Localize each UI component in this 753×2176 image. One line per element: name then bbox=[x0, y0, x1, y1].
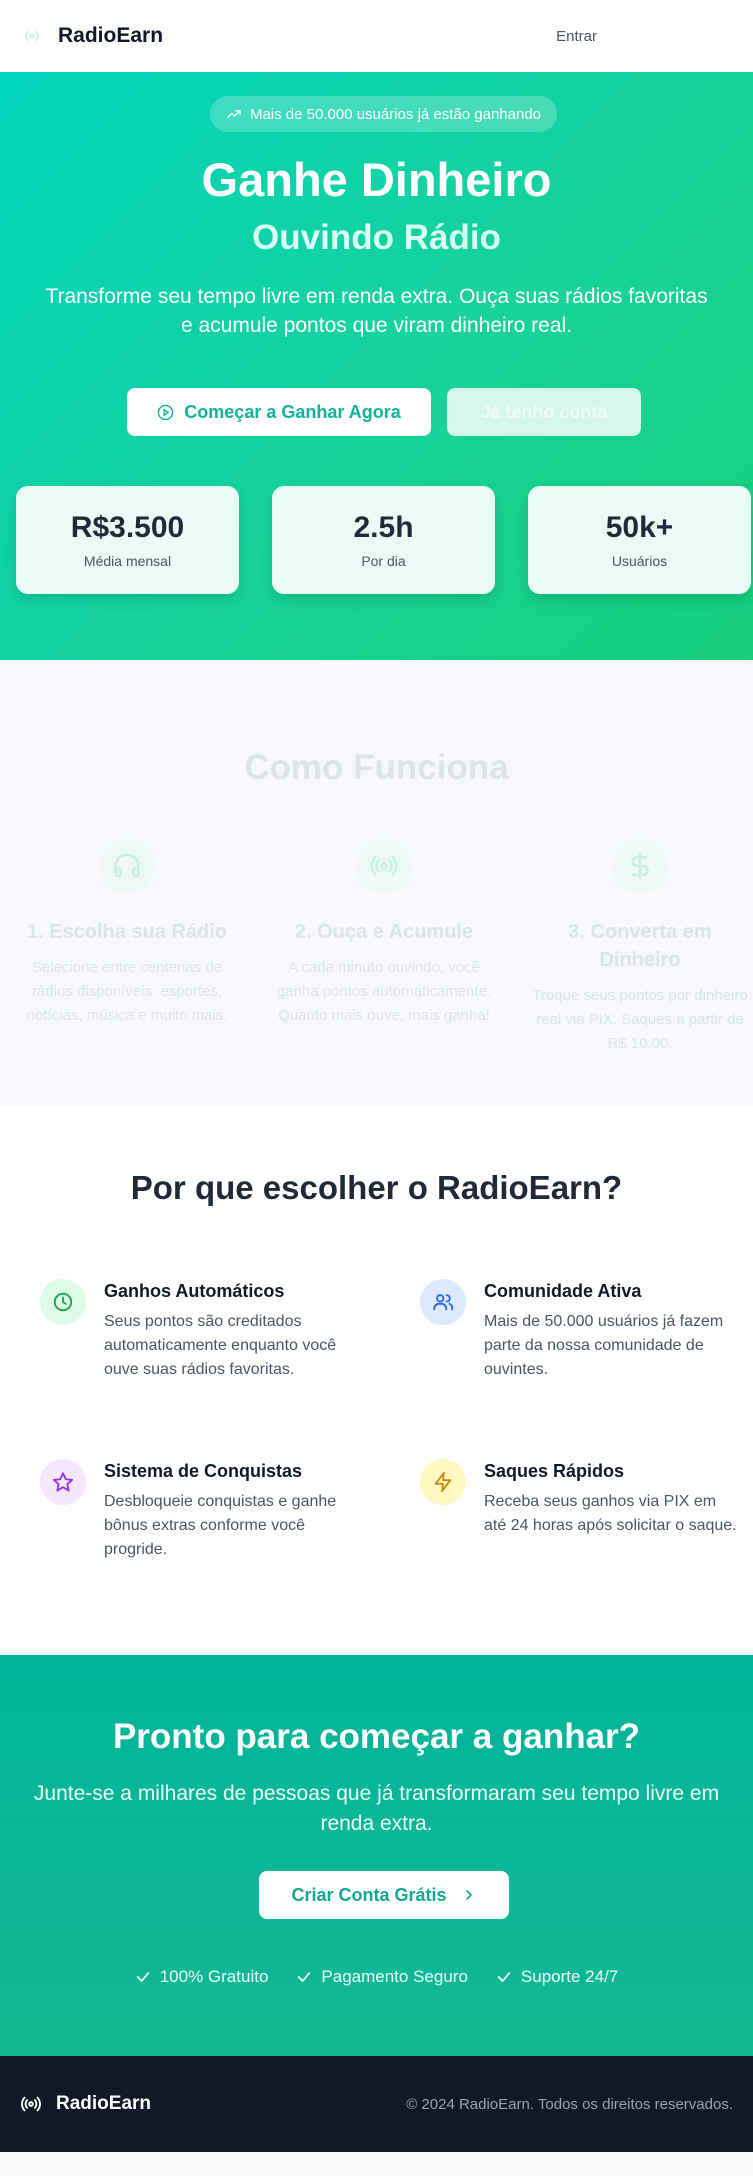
check-icon bbox=[497, 1972, 511, 1982]
stat-card-monthly: R$3.500 Média mensal bbox=[16, 486, 239, 594]
hero-title: Ganhe Dinheiro bbox=[201, 153, 552, 206]
benefit-item: Suporte 24/7 bbox=[496, 1967, 618, 1987]
feature-item: Comunidade Ativa Mais de 50.000 usuários… bbox=[420, 1279, 740, 1382]
feature-item: Saques Rápidos Receba seus ganhos via PI… bbox=[420, 1459, 740, 1538]
play-circle-icon bbox=[158, 404, 174, 420]
why-choose-section: Por que escolher o RadioEarn? Ganhos Aut… bbox=[0, 1105, 753, 1655]
step-title: 2. Ouça e Acumule bbox=[294, 921, 474, 943]
feature-title: Saques Rápidos bbox=[484, 1461, 625, 1481]
step-card: 1. Escolha sua Rádio Selecione entre cen… bbox=[15, 838, 239, 1028]
signup-button[interactable]: Cadastrar bbox=[635, 20, 733, 53]
feature-text: Mais de 50.000 usuários já fazem parte d… bbox=[484, 1313, 724, 1378]
start-earning-button[interactable]: Começar a Ganhar Agora bbox=[127, 388, 431, 436]
hero-section: Mais de 50.000 usuários já estão ganhand… bbox=[0, 72, 753, 660]
dollar-icon bbox=[612, 838, 668, 894]
feature-text: Seus pontos são creditados automaticamen… bbox=[104, 1313, 337, 1378]
step-card: 2. Ouça e Acumule A cada minuto ouvindo,… bbox=[272, 838, 496, 1028]
stat-value: 50k+ bbox=[605, 511, 674, 544]
step-card: 3. Converta em Dinheiro Troque seus pont… bbox=[528, 838, 752, 1056]
radio-icon bbox=[25, 30, 39, 42]
start-earning-label: Começar a Ganhar Agora bbox=[184, 401, 401, 422]
hero-description: Transforme seu tempo livre em renda extr… bbox=[45, 285, 708, 337]
top-navbar: RadioEarn Entrar Cadastrar bbox=[0, 0, 753, 72]
step-title: 3. Converta em Dinheiro bbox=[568, 921, 712, 971]
radio-icon bbox=[21, 2096, 41, 2112]
login-button[interactable]: Entrar bbox=[546, 22, 607, 51]
create-account-label: Criar Conta Grátis bbox=[291, 1884, 447, 1905]
brand[interactable]: RadioEarn bbox=[20, 24, 163, 48]
cta-description: Junte-se a milhares de pessoas que já tr… bbox=[33, 1782, 720, 1835]
copyright-text: © 2024 RadioEarn. Todos os direitos rese… bbox=[406, 2095, 733, 2113]
radio-icon bbox=[356, 838, 412, 894]
headphones-icon bbox=[99, 838, 155, 894]
brand-name: RadioEarn bbox=[58, 24, 164, 47]
users-icon bbox=[420, 1279, 466, 1325]
create-account-button[interactable]: Criar Conta Grátis bbox=[259, 1871, 509, 1919]
feature-title: Comunidade Ativa bbox=[484, 1281, 642, 1301]
section-title: Por que escolher o RadioEarn? bbox=[130, 1169, 623, 1206]
feature-text: Receba seus ganhos via PIX em até 24 hor… bbox=[484, 1493, 737, 1534]
feature-item: Sistema de Conquistas Desbloqueie conqui… bbox=[40, 1459, 360, 1562]
how-it-works-section: Como Funciona 1. Escolha sua Rádio Selec… bbox=[0, 660, 753, 1105]
clock-icon bbox=[40, 1279, 86, 1325]
hero-subtitle: Ouvindo Rádio bbox=[252, 218, 501, 257]
section-title: Como Funciona bbox=[244, 748, 509, 787]
stat-label: Por dia bbox=[361, 553, 406, 569]
cta-title: Pronto para começar a ganhar? bbox=[112, 1717, 641, 1756]
stat-card-daily: 2.5h Por dia bbox=[272, 486, 495, 594]
stat-label: Usuários bbox=[611, 553, 668, 569]
users-badge: Mais de 50.000 usuários já estão ganhand… bbox=[210, 96, 557, 132]
have-account-button[interactable]: Já tenho conta bbox=[447, 388, 641, 436]
lightning-icon bbox=[420, 1459, 466, 1505]
step-text: Troque seus pontos por dinheiro real via… bbox=[532, 987, 748, 1052]
stat-value: 2.5h bbox=[353, 511, 414, 544]
check-icon bbox=[136, 1972, 149, 1982]
step-text: Selecione entre centenas de rádios dispo… bbox=[26, 959, 228, 1024]
footer-brand-name: RadioEarn bbox=[56, 2093, 152, 2114]
badge-text: Mais de 50.000 usuários já estão ganhand… bbox=[249, 105, 542, 123]
cta-section: Pronto para começar a ganhar? Junte-se a… bbox=[0, 1655, 753, 2056]
chevron-right-icon bbox=[465, 1890, 472, 1900]
stat-value: R$3.500 bbox=[70, 511, 185, 544]
benefits-list: 100% Gratuito Pagamento Seguro Suporte 2… bbox=[0, 1967, 753, 1987]
step-text: A cada minuto ouvindo, você ganha pontos… bbox=[276, 959, 492, 1024]
feature-title: Sistema de Conquistas bbox=[104, 1461, 303, 1481]
benefit-item: Pagamento Seguro bbox=[296, 1967, 468, 1987]
benefit-item: 100% Gratuito bbox=[135, 1967, 269, 1987]
stat-label: Média mensal bbox=[83, 553, 172, 569]
footer: RadioEarn © 2024 RadioEarn. Todos os dir… bbox=[0, 2056, 753, 2152]
feature-text: Desbloqueie conquistas e ganhe bônus ext… bbox=[104, 1493, 337, 1558]
benefit-label: Pagamento Seguro bbox=[321, 1967, 468, 1986]
trending-up-icon bbox=[227, 110, 241, 118]
benefit-label: 100% Gratuito bbox=[159, 1967, 269, 1986]
stat-card-users: 50k+ Usuários bbox=[528, 486, 751, 594]
feature-title: Ganhos Automáticos bbox=[104, 1281, 285, 1301]
check-icon bbox=[298, 1972, 311, 1982]
benefit-label: Suporte 24/7 bbox=[520, 1967, 619, 1986]
footer-brand[interactable]: RadioEarn bbox=[20, 2093, 151, 2115]
step-title: 1. Escolha sua Rádio bbox=[26, 921, 228, 943]
star-icon bbox=[40, 1459, 86, 1505]
feature-item: Ganhos Automáticos Seus pontos são credi… bbox=[40, 1279, 360, 1382]
